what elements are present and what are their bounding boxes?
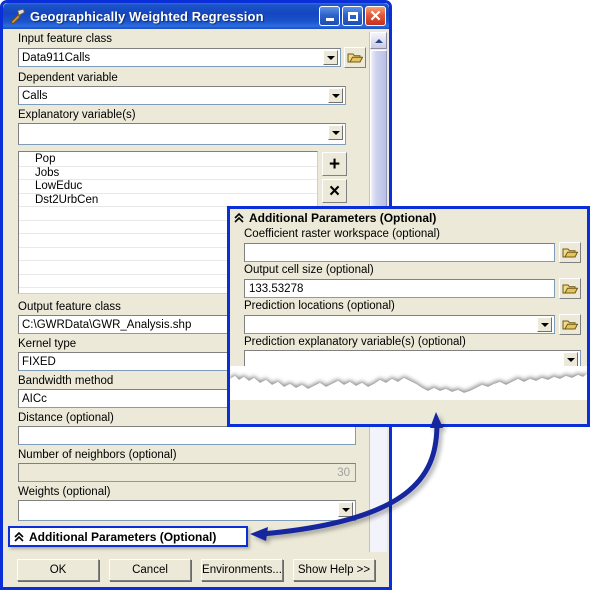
cancel-button[interactable]: Cancel [109,559,191,581]
scroll-up-icon [374,38,383,43]
explanatory-variables-combo[interactable] [18,123,346,145]
add-variable-button[interactable]: + [322,152,347,176]
window-controls: ✕ [319,6,386,26]
scrollbar-thumb[interactable] [370,50,387,220]
remove-variable-button[interactable]: × [322,179,347,203]
output-feature-class-value: C:\GWRData\GWR_Analysis.shp [22,318,192,331]
torn-edge-decoration [230,366,587,400]
popup-header[interactable]: Additional Parameters (Optional) [230,209,587,227]
browse-coefficient-raster-workspace-button[interactable] [559,242,581,263]
prediction-locations-combo[interactable] [244,315,555,334]
label-coefficient-raster-workspace: Coefficient raster workspace (optional) [244,228,441,240]
field-explanatory-variables: Explanatory variable(s) [8,108,366,145]
label-dependent-variable: Dependent variable [18,72,118,84]
additional-parameters-bar[interactable]: Additional Parameters (Optional) [8,526,248,547]
list-item[interactable]: LowEduc [19,180,317,194]
field-prediction-locations: Prediction locations (optional) [244,299,581,335]
window-title: Geographically Weighted Regression [30,8,264,24]
additional-parameters-bar-label: Additional Parameters (Optional) [29,529,217,544]
list-item[interactable]: Pop [19,153,317,167]
bandwidth-method-value: AICc [22,392,47,405]
chevron-down-icon[interactable] [537,317,552,332]
field-dependent-variable: Dependent variable Calls [8,71,366,105]
chevron-down-icon[interactable] [328,125,343,140]
maximize-icon [347,11,358,21]
number-of-neighbors-input: 30 [18,463,356,482]
label-output-cell-size: Output cell size (optional) [244,264,374,276]
weights-combo[interactable] [18,500,356,521]
label-number-of-neighbors: Number of neighbors (optional) [18,449,177,461]
minimize-button[interactable] [319,6,340,26]
title-bar[interactable]: Geographically Weighted Regression ✕ [3,3,389,29]
show-help-button[interactable]: Show Help >> [293,559,375,581]
folder-open-icon [562,284,578,293]
chevron-down-icon[interactable] [328,88,343,103]
label-weights: Weights (optional) [18,486,111,498]
field-weights: Weights (optional) [8,485,366,521]
screenshot-root: Geographically Weighted Regression ✕ Inp… [0,0,590,595]
environments-button[interactable]: Environments... [201,559,283,581]
folder-open-icon [347,53,363,62]
chevron-down-icon[interactable] [338,502,353,517]
folder-open-icon [562,320,578,329]
folder-open-icon [562,248,578,257]
dependent-variable-value: Calls [22,89,48,102]
additional-parameters-bar-wrap: Additional Parameters (Optional) [8,526,248,547]
dependent-variable-combo[interactable]: Calls [18,86,346,105]
minimize-icon [325,18,334,21]
list-item[interactable]: Dst2UrbCen [19,194,317,207]
hammer-tool-icon [8,7,26,25]
coefficient-raster-workspace-input[interactable] [244,243,555,262]
dialog-button-strip: OK Cancel Environments... Show Help >> [3,559,389,581]
browse-output-cell-size-button[interactable] [559,278,581,299]
additional-parameters-popup: Additional Parameters (Optional) Coeffic… [227,206,590,427]
input-feature-class-combo[interactable]: Data911Calls [18,48,341,67]
kernel-type-value: FIXED [22,355,56,368]
input-feature-class-value: Data911Calls [22,51,91,64]
number-of-neighbors-value: 30 [337,466,350,479]
chevron-down-icon[interactable] [563,352,578,367]
chevron-down-icon[interactable] [323,50,338,65]
list-item[interactable]: Jobs [19,167,317,180]
maximize-button[interactable] [342,6,363,26]
double-chevron-up-icon [233,212,245,224]
double-chevron-up-icon [13,531,25,543]
field-input-feature-class: Input feature class Data911Calls [8,32,366,68]
distance-input[interactable] [18,426,356,445]
label-prediction-locations: Prediction locations (optional) [244,300,395,312]
scroll-up-button[interactable] [370,32,387,49]
popup-body: Coefficient raster workspace (optional) [230,227,587,400]
label-explanatory-variables: Explanatory variable(s) [18,109,136,121]
popup-title: Additional Parameters (Optional) [249,211,437,225]
field-prediction-explanatory-variables: Prediction explanatory variable(s) (opti… [244,335,581,369]
close-icon: ✕ [369,7,382,25]
close-button[interactable]: ✕ [365,6,386,26]
output-cell-size-input[interactable]: 133.53278 [244,279,555,298]
ok-button[interactable]: OK [17,559,99,581]
field-output-cell-size: Output cell size (optional) 133.53278 [244,263,581,299]
field-number-of-neighbors: Number of neighbors (optional) 30 [8,448,366,482]
output-cell-size-value: 133.53278 [249,282,304,295]
browse-input-feature-class-button[interactable] [344,47,366,68]
field-coefficient-raster-workspace: Coefficient raster workspace (optional) [244,227,581,263]
label-prediction-explanatory-variables: Prediction explanatory variable(s) (opti… [244,336,466,348]
browse-prediction-locations-button[interactable] [559,314,581,335]
label-input-feature-class: Input feature class [18,33,112,45]
